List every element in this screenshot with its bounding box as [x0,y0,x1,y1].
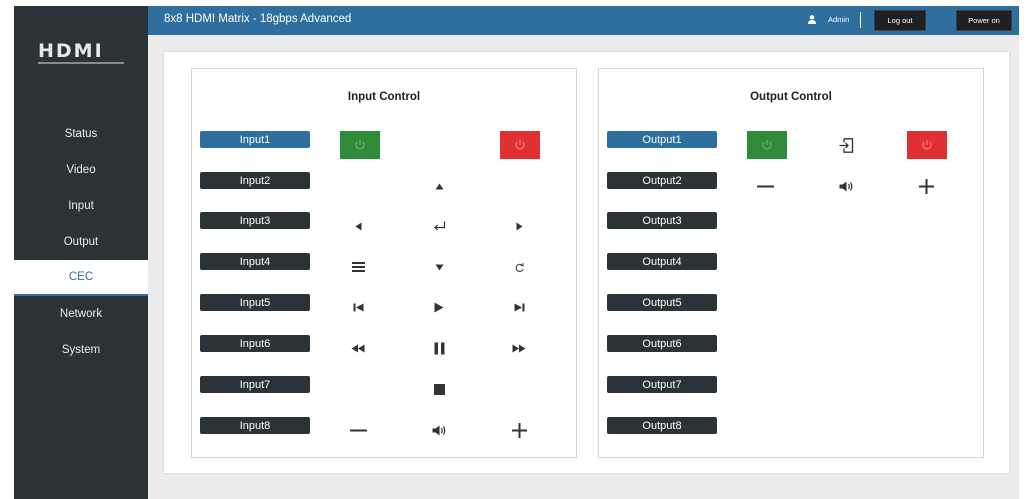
menu-button[interactable] [346,257,370,277]
pause-icon [434,342,444,354]
output-power-off-button[interactable] [907,131,947,159]
skip-next-button[interactable] [507,297,531,317]
sidebar-item-system[interactable]: System [14,332,148,368]
fast-forward-icon [512,344,526,352]
output-volume-down-button[interactable] [753,176,777,196]
sidebar-item-status[interactable]: Status [14,116,148,152]
sidebar-nav: Status Video Input Output CEC Network Sy… [14,116,148,368]
volume-icon [432,425,445,435]
power-icon [355,140,365,150]
output-button-7[interactable]: Output7 [607,376,717,393]
input-button-8[interactable]: Input8 [200,417,310,434]
skip-next-icon [514,303,524,311]
menu-icon [351,262,365,272]
output-button-3[interactable]: Output3 [607,212,717,229]
return-icon [515,262,524,272]
app-title: 8x8 HDMI Matrix - 18gbps Advanced [164,13,352,25]
rewind-icon [351,344,365,352]
arrow-down-icon [435,264,443,270]
output-button-8[interactable]: Output8 [607,417,717,434]
header-divider [860,12,861,28]
user-name: Admin [828,15,850,24]
input-volume-up-button[interactable] [507,420,531,440]
skip-previous-icon [353,303,363,311]
input-button-1[interactable]: Input1 [200,131,310,148]
enter-icon [433,221,445,230]
sidebar-item-cec[interactable]: CEC [14,260,148,296]
skip-previous-button[interactable] [346,297,370,317]
fast-forward-button[interactable] [507,338,531,358]
top-header: 8x8 HDMI Matrix - 18gbps Advanced Admin … [148,6,1019,35]
stop-icon [433,383,445,395]
arrow-left-icon [355,222,361,230]
play-button[interactable] [427,297,451,317]
rewind-button[interactable] [346,338,370,358]
minus-icon [349,429,367,431]
arrow-right-button[interactable] [507,216,531,236]
plus-icon [511,422,527,438]
output-volume-up-button[interactable] [914,176,938,196]
cec-page: HDMI Status Video Input Output CEC Netwo… [0,0,1031,499]
arrow-down-button[interactable] [427,257,451,277]
sidebar-item-video[interactable]: Video [14,152,148,188]
input-source-button[interactable] [834,135,858,155]
input-button-5[interactable]: Input5 [200,294,310,311]
output-button-4[interactable]: Output4 [607,253,717,270]
hdmi-logo: HDMI [38,42,128,68]
arrow-left-button[interactable] [346,216,370,236]
volume-icon [839,181,852,191]
sidebar-item-input[interactable]: Input [14,188,148,224]
sidebar: HDMI Status Video Input Output CEC Netwo… [14,6,148,499]
arrow-up-icon [435,183,443,189]
sidebar-item-output[interactable]: Output [14,224,148,260]
power-icon [762,140,772,150]
power-icon [515,140,525,150]
enter-button[interactable] [427,216,451,236]
plus-icon [918,178,934,194]
stop-button[interactable] [427,379,451,399]
input-power-on-button[interactable] [340,131,380,159]
output-mute-button[interactable] [834,176,858,196]
input-button-7[interactable]: Input7 [200,376,310,393]
output-button-5[interactable]: Output5 [607,294,717,311]
minus-icon [756,185,774,187]
input-button-3[interactable]: Input3 [200,212,310,229]
input-volume-down-button[interactable] [346,420,370,440]
play-icon [434,302,444,312]
user-icon [808,15,816,24]
input-source-icon [839,137,853,153]
input-button-6[interactable]: Input6 [200,335,310,352]
output-button-2[interactable]: Output2 [607,172,717,189]
input-button-2[interactable]: Input2 [200,172,310,189]
arrow-right-icon [516,222,522,230]
input-control-title: Input Control [347,91,421,103]
output-button-1[interactable]: Output1 [607,131,717,148]
output-control-title: Output Control [750,91,832,103]
input-power-off-button[interactable] [500,131,540,159]
sidebar-item-network[interactable]: Network [14,296,148,332]
output-button-6[interactable]: Output6 [607,335,717,352]
arrow-up-button[interactable] [427,176,451,196]
pause-button[interactable] [427,338,451,358]
power-on-button[interactable]: Power on [956,10,1012,31]
power-icon [922,140,932,150]
input-button-4[interactable]: Input4 [200,253,310,270]
input-mute-button[interactable] [427,420,451,440]
return-button[interactable] [507,257,531,277]
logout-button[interactable]: Log out [874,10,926,31]
output-power-on-button[interactable] [747,131,787,159]
